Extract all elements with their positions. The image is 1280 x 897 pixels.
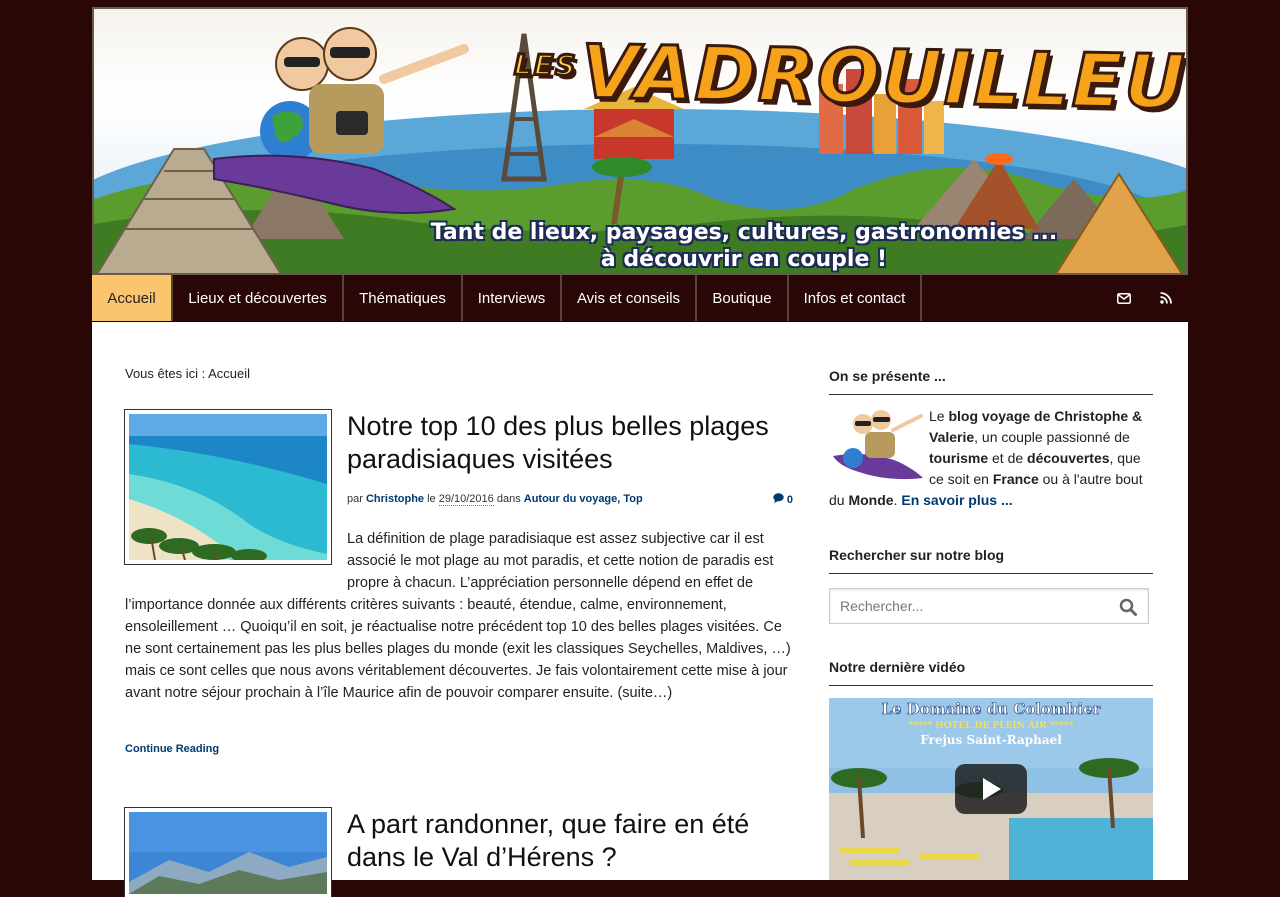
meta-on-label: le — [427, 493, 436, 505]
tagline-line-1: Tant de lieux, paysages, cultures, gastr… — [430, 220, 1058, 245]
envelope-icon[interactable] — [1106, 275, 1142, 321]
post-title[interactable]: A part randonner, que faire en été dans … — [347, 808, 777, 874]
logo-main-text: VADROUILLEURS — [579, 28, 1188, 130]
continue-reading-link[interactable]: Continue Reading — [125, 743, 219, 755]
site-logo-title: LESVADROUILLEURS — [512, 28, 1188, 130]
post-author-link[interactable]: Christophe — [366, 493, 424, 505]
meta-by-label: par — [347, 493, 363, 505]
about-text-part: et de — [988, 450, 1028, 466]
comment-count-link[interactable]: 0 — [773, 493, 793, 506]
about-more-link[interactable]: En savoir plus ... — [901, 492, 1012, 508]
thumbnail-wrap-space — [125, 528, 347, 594]
tagline-line-2: à découvrir en couple ! — [600, 247, 888, 272]
video-widget-title: Notre dernière vidéo — [829, 659, 1153, 686]
search-icon[interactable] — [1119, 598, 1137, 616]
nav-label: Infos et contact — [803, 289, 906, 307]
about-text-bold: Monde — [848, 492, 894, 508]
nav-item-thematiques[interactable]: Thématiques — [344, 275, 463, 321]
nav-item-infos-et-contact[interactable]: Infos et contact — [789, 275, 922, 321]
comment-count: 0 — [786, 494, 793, 506]
meta-in-label: dans — [496, 493, 521, 505]
nav-item-accueil[interactable]: Accueil — [92, 275, 173, 321]
nav-label: Interviews — [477, 289, 546, 307]
post-title[interactable]: Notre top 10 des plus belles plages para… — [347, 410, 777, 476]
nav-item-avis-et-conseils[interactable]: Avis et conseils — [562, 275, 697, 321]
site-tagline: Tant de lieux, paysages, cultures, gastr… — [424, 219, 1064, 273]
nav-item-interviews[interactable]: Interviews — [463, 275, 562, 321]
post-date: 29/10/2016 — [438, 493, 494, 506]
nav-label: Accueil — [107, 289, 156, 307]
video-subheading: ***** HOTEL DE PLEIN AIR ***** — [909, 721, 1074, 731]
category-link-autour-du-voyage[interactable]: Autour du voyage — [524, 493, 618, 505]
about-widget-title: On se présente ... — [829, 368, 1153, 395]
nav-label: Avis et conseils — [576, 289, 681, 307]
about-text-bold: tourisme — [929, 450, 989, 466]
about-text-bold: découvertes — [1027, 450, 1110, 466]
category-separator: , — [617, 493, 621, 505]
logo-small-text: LES — [512, 47, 579, 84]
about-avatar — [829, 406, 929, 486]
main-content: Vous êtes ici : Accueil Notre top 10 des… — [92, 322, 1188, 897]
mountain-image — [129, 812, 327, 894]
category-link-top[interactable]: Top — [623, 493, 642, 505]
nav-label: Thématiques — [359, 289, 446, 307]
nav-item-boutique[interactable]: Boutique — [697, 275, 789, 321]
nav-label: Lieux et découvertes — [188, 289, 327, 307]
play-icon[interactable] — [955, 764, 1027, 814]
video-thumbnail: Le Domaine du Colombier ***** HOTEL DE P… — [829, 698, 1153, 880]
post-excerpt: La définition de plage paradisiaque est … — [125, 528, 795, 704]
about-text-bold: France — [992, 471, 1039, 487]
rss-icon[interactable] — [1148, 275, 1184, 321]
about-text-part: , un couple passionné de — [974, 429, 1130, 445]
breadcrumb: Vous êtes ici : Accueil — [125, 366, 251, 381]
video-player[interactable]: Le Domaine du Colombier ***** HOTEL DE P… — [829, 698, 1153, 880]
search-widget-title: Rechercher sur notre blog — [829, 547, 1153, 574]
couple-avatar-image — [833, 410, 923, 480]
about-text: Le blog voyage de Christophe & Valerie, … — [829, 406, 1153, 511]
post-thumbnail-mountains[interactable] — [124, 807, 332, 897]
nav-item-lieux-et-decouvertes[interactable]: Lieux et découvertes — [173, 275, 344, 321]
post-meta: par Christophe le 29/10/2016 dans Autour… — [347, 493, 793, 506]
main-navigation: Accueil Lieux et découvertes Thématiques… — [92, 275, 1188, 322]
about-text-part: Le — [929, 408, 949, 424]
video-location: Frejus Saint-Raphael — [920, 733, 1062, 747]
video-heading: Le Domaine du Colombier — [881, 700, 1101, 718]
page-frame: LESVADROUILLEURS Tant de lieux, paysages… — [92, 7, 1188, 897]
search-input[interactable]: Rechercher... — [829, 588, 1149, 624]
header-banner[interactable]: LESVADROUILLEURS Tant de lieux, paysages… — [92, 7, 1188, 275]
nav-label: Boutique — [712, 289, 772, 307]
comment-icon — [773, 493, 784, 503]
